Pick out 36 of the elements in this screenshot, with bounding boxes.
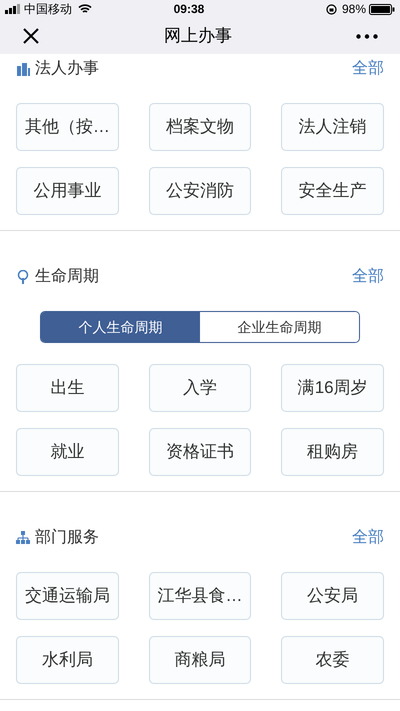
service-tile[interactable]: 农委 — [281, 636, 384, 684]
service-tile[interactable]: 其他（按… — [16, 103, 119, 151]
service-tile[interactable]: 江华县食… — [148, 572, 252, 620]
org-chart-icon — [16, 531, 30, 545]
service-tile[interactable]: 档案文物 — [148, 103, 252, 151]
carrier-name: 中国移动 — [24, 1, 72, 18]
wifi-icon — [78, 4, 92, 14]
battery-percent: 98% — [342, 1, 366, 18]
service-tile[interactable]: 公安消防 — [148, 167, 252, 215]
service-tile[interactable]: 就业 — [16, 428, 119, 476]
service-tile[interactable]: 公用事业 — [16, 167, 119, 215]
rotation-lock-icon — [326, 4, 337, 14]
service-tile[interactable]: 交通运输局 — [16, 572, 119, 620]
service-tile[interactable]: 安全生产 — [281, 167, 384, 215]
service-tile[interactable]: 资格证书 — [148, 428, 252, 476]
close-icon — [22, 27, 40, 45]
section-title: 法人办事 — [35, 58, 99, 79]
service-tile[interactable]: 商粮局 — [148, 636, 252, 684]
service-tile[interactable]: 满16周岁 — [281, 364, 384, 412]
service-tile[interactable]: 出生 — [16, 364, 119, 412]
section-title: 生命周期 — [35, 266, 99, 287]
service-tile[interactable]: 水利局 — [16, 636, 119, 684]
clock-time: 09:38 — [172, 1, 206, 18]
segment-tab[interactable]: 个人生命周期 — [41, 312, 200, 342]
battery-icon — [369, 4, 395, 14]
service-tile[interactable]: 租购房 — [281, 428, 384, 476]
service-tile[interactable]: 公安局 — [281, 572, 384, 620]
service-tile[interactable]: 法人注销 — [281, 103, 384, 151]
service-tile[interactable]: 入学 — [148, 364, 252, 412]
more-icon — [356, 34, 378, 38]
view-all-link[interactable]: 全部 — [352, 265, 384, 289]
view-all-link[interactable]: 全部 — [352, 57, 384, 81]
signal-icon — [5, 4, 21, 14]
view-all-link[interactable]: 全部 — [352, 526, 384, 550]
section-title: 部门服务 — [35, 528, 99, 548]
page-title: 网上办事 — [164, 25, 232, 48]
